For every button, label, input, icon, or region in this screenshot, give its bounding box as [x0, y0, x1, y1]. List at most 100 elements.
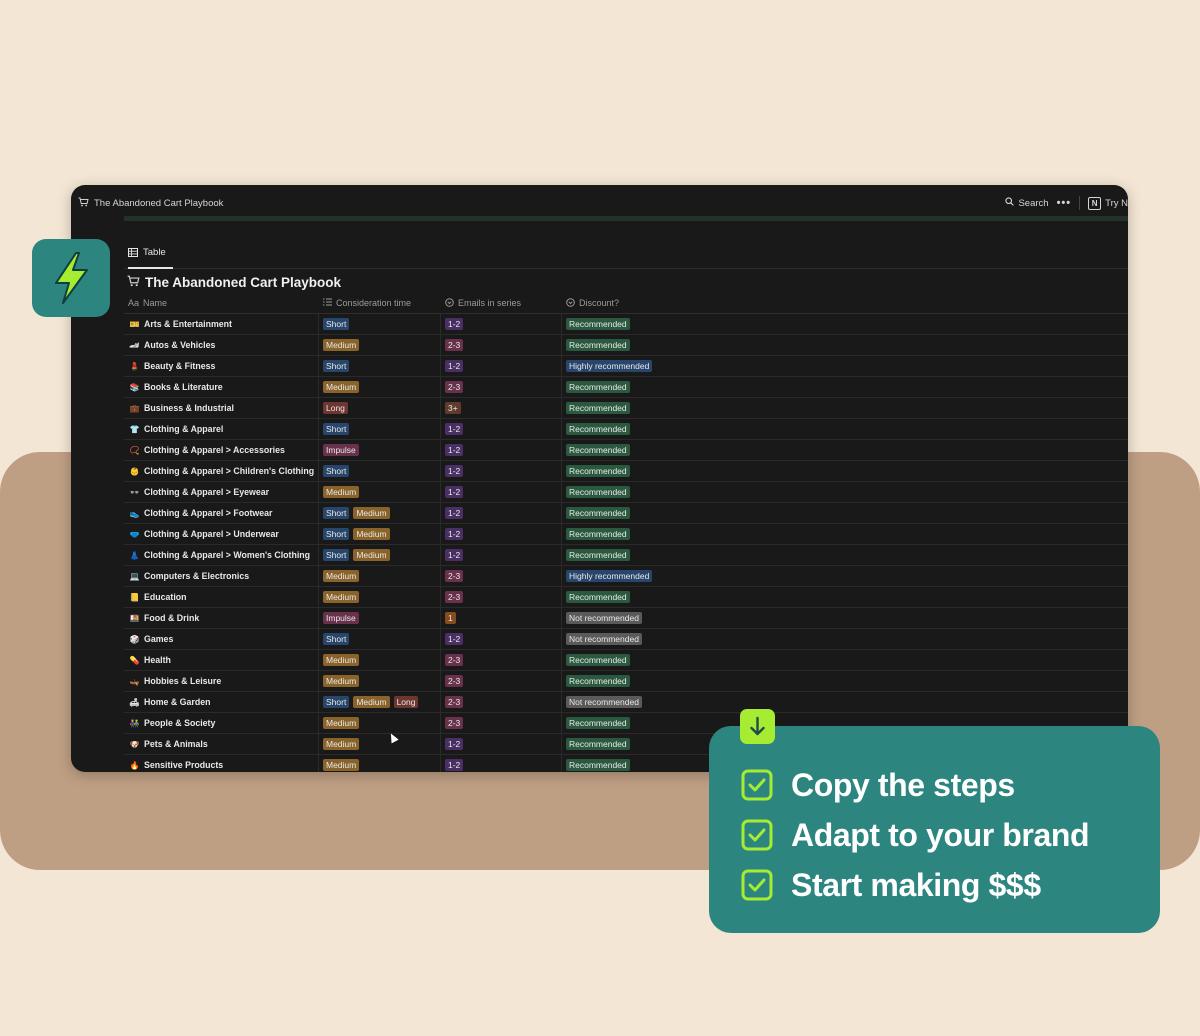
name-cell[interactable]: 🎫 Arts & Entertainment	[124, 314, 319, 334]
emails-cell[interactable]: 1-2	[441, 440, 562, 460]
discount-cell[interactable]: Highly recommended	[562, 566, 1128, 586]
discount-cell[interactable]: Recommended	[562, 587, 1128, 607]
discount-cell[interactable]: Recommended	[562, 671, 1128, 691]
column-header-name[interactable]: Aa Name	[124, 293, 319, 313]
emails-cell[interactable]: 1-2	[441, 545, 562, 565]
name-cell[interactable]: 💊 Health	[124, 650, 319, 670]
consideration-time-cell[interactable]: Short	[319, 314, 441, 334]
table-row[interactable]: 🏎 Autos & Vehicles Medium 2-3 Recommended	[124, 335, 1128, 356]
name-cell[interactable]: 📒 Education	[124, 587, 319, 607]
emails-cell[interactable]: 1-2	[441, 524, 562, 544]
emails-cell[interactable]: 2-3	[441, 671, 562, 691]
table-row[interactable]: 👓 Clothing & Apparel > Eyewear Medium 1-2 Re…	[124, 482, 1128, 503]
table-row[interactable]: 📚 Books & Literature Medium 2-3 Recommended	[124, 377, 1128, 398]
discount-cell[interactable]: Recommended	[562, 377, 1128, 397]
discount-cell[interactable]: Recommended	[562, 545, 1128, 565]
emails-cell[interactable]: 3+	[441, 398, 562, 418]
name-cell[interactable]: 👶 Clothing & Apparel > Children's Clothin…	[124, 461, 319, 481]
consideration-time-cell[interactable]: Medium	[319, 482, 441, 502]
table-row[interactable]: 💊 Health Medium 2-3 Recommended	[124, 650, 1128, 671]
column-header-emails[interactable]: Emails in series	[441, 293, 562, 313]
name-cell[interactable]: 🔥 Sensitive Products	[124, 755, 319, 772]
emails-cell[interactable]: 2-3	[441, 335, 562, 355]
consideration-time-cell[interactable]: Medium	[319, 587, 441, 607]
discount-cell[interactable]: Recommended	[562, 524, 1128, 544]
discount-cell[interactable]: Recommended	[562, 440, 1128, 460]
emails-cell[interactable]: 1-2	[441, 734, 562, 754]
table-row[interactable]: 👗 Clothing & Apparel > Women's Clothing Sh…	[124, 545, 1128, 566]
name-cell[interactable]: 💄 Beauty & Fitness	[124, 356, 319, 376]
emails-cell[interactable]: 1-2	[441, 629, 562, 649]
emails-cell[interactable]: 1-2	[441, 461, 562, 481]
emails-cell[interactable]: 1-2	[441, 482, 562, 502]
table-row[interactable]: 👟 Clothing & Apparel > Footwear Short Mediu…	[124, 503, 1128, 524]
name-cell[interactable]: 👗 Clothing & Apparel > Women's Clothing	[124, 545, 319, 565]
column-header-discount[interactable]: Discount?	[562, 293, 1128, 313]
discount-cell[interactable]: Not recommended	[562, 629, 1128, 649]
name-cell[interactable]: 🐶 Pets & Animals	[124, 734, 319, 754]
discount-cell[interactable]: Recommended	[562, 503, 1128, 523]
discount-cell[interactable]: Not recommended	[562, 692, 1128, 712]
try-notion-button[interactable]: N Try N	[1088, 196, 1128, 210]
consideration-time-cell[interactable]: Medium	[319, 566, 441, 586]
consideration-time-cell[interactable]: Medium	[319, 650, 441, 670]
table-row[interactable]: 👕 Clothing & Apparel Short 1-2 Recommended	[124, 419, 1128, 440]
name-cell[interactable]: 👫 People & Society	[124, 713, 319, 733]
consideration-time-cell[interactable]: Short Medium	[319, 545, 441, 565]
table-row[interactable]: 🎲 Games Short 1-2 Not recommended	[124, 629, 1128, 650]
name-cell[interactable]: 🏎 Autos & Vehicles	[124, 335, 319, 355]
name-cell[interactable]: 📚 Books & Literature	[124, 377, 319, 397]
name-cell[interactable]: 👕 Clothing & Apparel	[124, 419, 319, 439]
name-cell[interactable]: 💻 Computers & Electronics	[124, 566, 319, 586]
consideration-time-cell[interactable]: Medium	[319, 755, 441, 772]
consideration-time-cell[interactable]: Short Medium Long	[319, 692, 441, 712]
column-header-consideration[interactable]: Consideration time	[319, 293, 441, 313]
consideration-time-cell[interactable]: Short	[319, 356, 441, 376]
tab-table[interactable]: Table	[128, 246, 173, 269]
table-row[interactable]: 🩲 Clothing & Apparel > Underwear Short Medi…	[124, 524, 1128, 545]
table-row[interactable]: 🛋 Home & Garden Short Medium Long 2-3 Not reco…	[124, 692, 1128, 713]
table-row[interactable]: 💄 Beauty & Fitness Short 1-2 Highly recommen…	[124, 356, 1128, 377]
table-row[interactable]: 💻 Computers & Electronics Medium 2-3 Highly …	[124, 566, 1128, 587]
name-cell[interactable]: 🛶 Hobbies & Leisure	[124, 671, 319, 691]
table-row[interactable]: 📿 Clothing & Apparel > Accessories Impulse…	[124, 440, 1128, 461]
emails-cell[interactable]: 1-2	[441, 419, 562, 439]
name-cell[interactable]: 🩲 Clothing & Apparel > Underwear	[124, 524, 319, 544]
more-options-button[interactable]: •••	[1057, 197, 1072, 209]
emails-cell[interactable]: 1	[441, 608, 562, 628]
emails-cell[interactable]: 1-2	[441, 755, 562, 772]
consideration-time-cell[interactable]: Short	[319, 629, 441, 649]
name-cell[interactable]: 🍱 Food & Drink	[124, 608, 319, 628]
discount-cell[interactable]: Recommended	[562, 419, 1128, 439]
emails-cell[interactable]: 2-3	[441, 566, 562, 586]
consideration-time-cell[interactable]: Short	[319, 419, 441, 439]
emails-cell[interactable]: 1-2	[441, 503, 562, 523]
emails-cell[interactable]: 2-3	[441, 587, 562, 607]
discount-cell[interactable]: Recommended	[562, 482, 1128, 502]
name-cell[interactable]: 🎲 Games	[124, 629, 319, 649]
consideration-time-cell[interactable]: Medium	[319, 377, 441, 397]
name-cell[interactable]: 💼 Business & Industrial	[124, 398, 319, 418]
discount-cell[interactable]: Recommended	[562, 335, 1128, 355]
consideration-time-cell[interactable]: Impulse	[319, 608, 441, 628]
emails-cell[interactable]: 2-3	[441, 377, 562, 397]
discount-cell[interactable]: Recommended	[562, 314, 1128, 334]
consideration-time-cell[interactable]: Short	[319, 461, 441, 481]
table-row[interactable]: 🛶 Hobbies & Leisure Medium 2-3 Recommended	[124, 671, 1128, 692]
discount-cell[interactable]: Recommended	[562, 650, 1128, 670]
discount-cell[interactable]: Not recommended	[562, 608, 1128, 628]
name-cell[interactable]: 🛋 Home & Garden	[124, 692, 319, 712]
table-row[interactable]: 👶 Clothing & Apparel > Children's Clothin…	[124, 461, 1128, 482]
emails-cell[interactable]: 2-3	[441, 650, 562, 670]
breadcrumb[interactable]: The Abandoned Cart Playbook	[78, 197, 223, 210]
emails-cell[interactable]: 2-3	[441, 713, 562, 733]
table-row[interactable]: 📒 Education Medium 2-3 Recommended	[124, 587, 1128, 608]
discount-cell[interactable]: Highly recommended	[562, 356, 1128, 376]
consideration-time-cell[interactable]: Medium	[319, 335, 441, 355]
discount-cell[interactable]: Recommended	[562, 398, 1128, 418]
table-row[interactable]: 💼 Business & Industrial Long 3+ Recommended	[124, 398, 1128, 419]
search-button[interactable]: Search	[1005, 197, 1049, 209]
emails-cell[interactable]: 1-2	[441, 314, 562, 334]
consideration-time-cell[interactable]: Impulse	[319, 440, 441, 460]
table-row[interactable]: 🎫 Arts & Entertainment Short 1-2 Recommended	[124, 314, 1128, 335]
